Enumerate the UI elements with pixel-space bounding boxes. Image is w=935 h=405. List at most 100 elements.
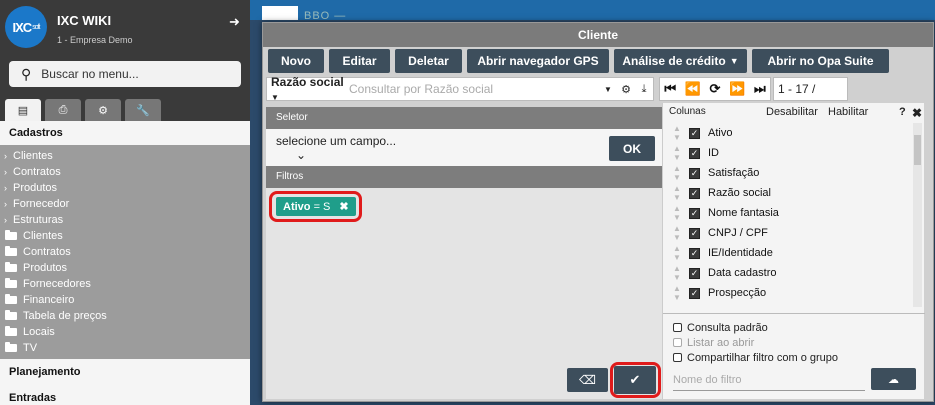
drag-handle-icon[interactable]: ▲ ▼ bbox=[665, 164, 689, 182]
caret-down-icon: ▼ bbox=[729, 56, 739, 66]
editar-button[interactable]: Editar bbox=[329, 49, 390, 73]
folder-item-financeiro[interactable]: Financeiro bbox=[0, 292, 250, 308]
drag-handle-icon[interactable]: ▲ ▼ bbox=[665, 124, 689, 142]
column-item[interactable]: ▲ ▼ ✓ IE/Identidade bbox=[665, 243, 913, 263]
chevron-right-icon: › bbox=[4, 215, 7, 225]
menu-item-fornecedor[interactable]: › Fornecedor bbox=[0, 196, 250, 212]
column-item[interactable]: ▲ ▼ ✓ ID bbox=[665, 143, 913, 163]
folder-icon bbox=[5, 342, 17, 352]
folder-item-tv[interactable]: TV bbox=[0, 340, 250, 356]
close-icon[interactable]: ✖ bbox=[912, 106, 922, 120]
divider bbox=[663, 313, 925, 314]
column-item[interactable]: ▲ ▼ ✓ Nome fantasia bbox=[665, 203, 913, 223]
checkbox-checked[interactable]: ✓ bbox=[689, 267, 700, 279]
drag-handle-icon[interactable]: ▲ ▼ bbox=[665, 244, 689, 262]
sidebar-tabs: ▤ ⎙ ⚙ 🔧 bbox=[5, 99, 161, 121]
search-bar: Razão social ▼ Consultar por Razão socia… bbox=[266, 75, 654, 103]
refresh-icon[interactable]: ⟳ bbox=[710, 81, 721, 97]
consulta-padrao-option[interactable]: Consulta padrão bbox=[673, 320, 838, 335]
gps-button[interactable]: Abrir navegador GPS bbox=[467, 49, 609, 73]
drag-handle-icon[interactable]: ▲ ▼ bbox=[665, 204, 689, 222]
checkbox-checked[interactable]: ✓ bbox=[689, 287, 700, 299]
section-cadastros[interactable]: Cadastros bbox=[0, 121, 250, 145]
checkbox-unchecked[interactable] bbox=[673, 323, 682, 332]
prev-page-icon[interactable]: ⏪ bbox=[685, 81, 701, 97]
disable-all-link[interactable]: Desabilitar bbox=[766, 106, 818, 118]
last-page-icon[interactable]: ⏭ bbox=[754, 81, 766, 97]
menu-item-estruturas[interactable]: › Estruturas bbox=[0, 212, 250, 228]
filter-chip-ativo[interactable]: Ativo = S ✖ bbox=[276, 197, 356, 216]
caret-down-icon[interactable]: ▼ bbox=[599, 85, 617, 94]
sidebar-menu: Cadastros › Clientes › Contratos › Produtos… bbox=[0, 121, 250, 405]
menu-item-produtos[interactable]: › Produtos bbox=[0, 180, 250, 196]
checkbox-checked[interactable]: ✓ bbox=[689, 247, 700, 259]
tab-settings-icon[interactable]: ⚙ bbox=[85, 99, 121, 121]
folder-item-produtos[interactable]: Produtos bbox=[0, 260, 250, 276]
field-select[interactable]: selecione um campo... ⌄ bbox=[276, 134, 416, 162]
background-tab bbox=[262, 6, 298, 20]
column-item[interactable]: ▲ ▼ ✓ Data cadastro bbox=[665, 263, 913, 283]
column-item[interactable]: ▲ ▼ ✓ Satisfação bbox=[665, 163, 913, 183]
drag-handle-icon[interactable]: ▲ ▼ bbox=[665, 184, 689, 202]
tab-wrench-icon[interactable]: 🔧 bbox=[125, 99, 161, 121]
drag-handle-icon[interactable]: ▲ ▼ bbox=[665, 144, 689, 162]
folder-icon bbox=[5, 262, 17, 272]
next-page-icon[interactable]: ⏩ bbox=[729, 81, 745, 97]
remove-chip-icon[interactable]: ✖ bbox=[339, 200, 348, 213]
column-item[interactable]: ▲ ▼ ✓ CNPJ / CPF bbox=[665, 223, 913, 243]
folder-item-contratos[interactable]: Contratos bbox=[0, 244, 250, 260]
filter-name-input[interactable]: Nome do filtro bbox=[673, 369, 865, 391]
drag-handle-icon[interactable]: ▲ ▼ bbox=[665, 224, 689, 242]
apply-filter-button[interactable]: ✔ bbox=[614, 366, 656, 394]
scrollbar-thumb[interactable] bbox=[914, 135, 921, 165]
menu-item-clientes[interactable]: › Clientes bbox=[0, 148, 250, 164]
section-planejamento[interactable]: Planejamento bbox=[0, 359, 250, 385]
search-field-select[interactable]: Razão social ▼ bbox=[267, 75, 349, 103]
selector-row: selecione um campo... ⌄ bbox=[266, 129, 662, 166]
checkbox-checked[interactable]: ✓ bbox=[689, 207, 700, 219]
checkbox-unchecked[interactable] bbox=[673, 353, 682, 362]
checkbox-checked[interactable]: ✓ bbox=[689, 147, 700, 159]
ok-button[interactable]: OK bbox=[609, 136, 655, 161]
tab-print-icon[interactable]: ⎙ bbox=[45, 99, 81, 121]
filter-options: Consulta padrão Listar ao abrir Comparti… bbox=[673, 320, 838, 365]
folder-item-clientes[interactable]: Clientes bbox=[0, 228, 250, 244]
drag-handle-icon[interactable]: ▲ ▼ bbox=[665, 284, 689, 302]
download-icon[interactable]: ⤓ bbox=[635, 83, 653, 96]
checkbox-checked[interactable]: ✓ bbox=[689, 227, 700, 239]
listar-ao-abrir-option: Listar ao abrir bbox=[673, 335, 838, 350]
logout-icon[interactable]: ➜ bbox=[229, 14, 240, 30]
help-icon[interactable]: ? bbox=[899, 106, 906, 118]
enable-all-link[interactable]: Habilitar bbox=[828, 106, 868, 118]
opa-suite-button[interactable]: Abrir no Opa Suite bbox=[752, 49, 889, 73]
columns-scrollbar[interactable] bbox=[913, 123, 922, 307]
section-entradas[interactable]: Entradas bbox=[0, 385, 250, 405]
column-item[interactable]: ▲ ▼ ✓ Razão social bbox=[665, 183, 913, 203]
company-logo[interactable]: IXC soft bbox=[5, 6, 47, 48]
save-filter-button[interactable]: ☁ bbox=[871, 368, 916, 390]
column-item[interactable]: ▲ ▼ ✓ Prospecção bbox=[665, 283, 913, 303]
deletar-button[interactable]: Deletar bbox=[395, 49, 462, 73]
chevron-right-icon: › bbox=[4, 167, 7, 177]
filter-panel: Seletor selecione um campo... ⌄ OK Filtr… bbox=[266, 107, 662, 399]
drag-handle-icon[interactable]: ▲ ▼ bbox=[665, 264, 689, 282]
analise-credito-button[interactable]: Análise de crédito ▼ bbox=[614, 49, 747, 73]
checkbox-checked[interactable]: ✓ bbox=[689, 127, 700, 139]
checkbox-checked[interactable]: ✓ bbox=[689, 187, 700, 199]
folder-item-locais[interactable]: Locais bbox=[0, 324, 250, 340]
tab-list-icon[interactable]: ▤ bbox=[5, 99, 41, 121]
compartilhar-filtro-option[interactable]: Compartilhar filtro com o grupo bbox=[673, 350, 838, 365]
menu-item-contratos[interactable]: › Contratos bbox=[0, 164, 250, 180]
novo-button[interactable]: Novo bbox=[268, 49, 324, 73]
gears-icon[interactable]: ⚙ bbox=[617, 83, 635, 96]
column-item[interactable]: ▲ ▼ ✓ Ativo bbox=[665, 123, 913, 143]
folder-icon bbox=[5, 230, 17, 240]
menu-search-input[interactable]: ⚲ Buscar no menu... bbox=[9, 61, 241, 87]
checkbox-checked[interactable]: ✓ bbox=[689, 167, 700, 179]
search-input[interactable]: Consultar por Razão social bbox=[349, 82, 599, 96]
clear-filter-button[interactable]: ⌫ bbox=[567, 368, 608, 392]
folder-icon bbox=[5, 294, 17, 304]
folder-item-fornecedores[interactable]: Fornecedores bbox=[0, 276, 250, 292]
first-page-icon[interactable]: ⏮ bbox=[664, 81, 676, 97]
folder-item-tabela-precos[interactable]: Tabela de preços bbox=[0, 308, 250, 324]
